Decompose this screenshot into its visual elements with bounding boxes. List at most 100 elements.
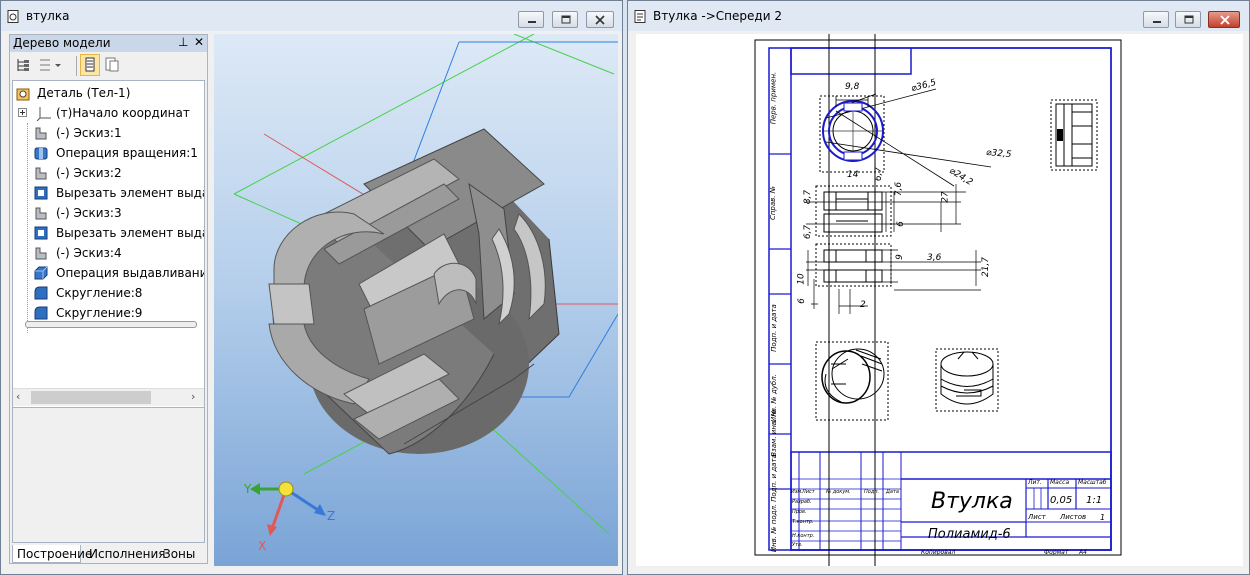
title-block-role: Т.контр. bbox=[792, 519, 814, 525]
title-block-material: Полиамид-6 bbox=[928, 527, 1011, 542]
title-block-name: Втулка bbox=[931, 489, 1013, 514]
axis-label-y: Y bbox=[244, 482, 252, 496]
title-block-role: № докум. bbox=[826, 489, 851, 495]
scrollbar-thumb[interactable] bbox=[31, 391, 151, 404]
title-block-role: Лист bbox=[802, 489, 815, 495]
close-window-button[interactable] bbox=[586, 11, 614, 28]
fillet-icon bbox=[34, 306, 48, 320]
scroll-left-icon[interactable]: ‹ bbox=[16, 390, 20, 403]
inner-scrollbar[interactable] bbox=[25, 321, 197, 328]
sketch-icon bbox=[35, 127, 47, 140]
panel-close-icon[interactable]: ✕ bbox=[194, 35, 204, 49]
minimize-icon bbox=[528, 21, 536, 23]
cut-extrude-icon bbox=[34, 186, 48, 200]
dim-label: 3,6 bbox=[927, 253, 942, 263]
tree-history-icon[interactable] bbox=[103, 56, 121, 74]
axis-label-z: Z bbox=[327, 509, 336, 523]
close-icon bbox=[1220, 15, 1230, 25]
restore-button[interactable] bbox=[552, 11, 578, 28]
side-label: Справ. № bbox=[769, 185, 778, 221]
drawing-close-button[interactable] bbox=[1208, 11, 1240, 28]
title-block-role: Н.контр. bbox=[792, 533, 815, 539]
tab-zones[interactable]: Зоны bbox=[163, 545, 195, 563]
pin-icon[interactable]: ⊥ bbox=[178, 35, 188, 49]
iso-view-right bbox=[935, 348, 999, 412]
drawing-window-titlebar[interactable]: Втулка ->Спереди 2 bbox=[628, 1, 1249, 31]
model-window: втулка Дерево модели ⊥ ✕ Деталь (Тел-1) bbox=[0, 0, 623, 575]
sketch-icon bbox=[35, 247, 47, 260]
drawing-restore-button[interactable] bbox=[1175, 11, 1201, 28]
sketch-icon bbox=[35, 167, 47, 180]
title-block-copied: Копировал bbox=[921, 549, 956, 556]
side-label: Подп. и дата bbox=[769, 454, 778, 502]
dim-label: 27 bbox=[940, 191, 951, 203]
horizontal-scrollbar[interactable]: ‹ › bbox=[13, 388, 204, 406]
dim-label: 6,7 bbox=[874, 166, 885, 182]
axes-gizmo bbox=[250, 481, 326, 536]
title-block-role: Дата bbox=[886, 489, 899, 495]
title-block-role: Разраб. bbox=[792, 499, 812, 505]
bushing-body bbox=[268, 128, 560, 455]
restore-icon bbox=[561, 15, 571, 24]
dim-label: 9,8 bbox=[845, 82, 860, 92]
drawing-document-icon bbox=[634, 10, 646, 23]
dim-label: 2 bbox=[860, 300, 866, 310]
model-window-titlebar[interactable]: втулка bbox=[1, 1, 622, 31]
side-label: Инв. № подл. bbox=[770, 503, 779, 553]
dim-label: 21,7 bbox=[981, 256, 992, 278]
title-block-scale-header: Масштаб bbox=[1078, 479, 1107, 486]
model-tree-header: Дерево модели ⊥ ✕ bbox=[10, 35, 207, 52]
expand-icon[interactable] bbox=[18, 108, 28, 118]
part-icon bbox=[16, 88, 30, 101]
model-window-title: втулка bbox=[26, 9, 70, 23]
model-tree-toolbar bbox=[10, 53, 207, 79]
axis-label-x: X bbox=[258, 539, 267, 553]
dim-label: 6 bbox=[796, 298, 807, 304]
model-tree-panel: Дерево модели ⊥ ✕ Деталь (Тел-1) (т)Нача… bbox=[9, 34, 208, 564]
tab-versions[interactable]: Исполнения bbox=[89, 545, 166, 563]
origin-icon bbox=[36, 107, 51, 121]
extrude-icon bbox=[34, 266, 48, 280]
drawing-sheet bbox=[754, 34, 1122, 566]
front-view bbox=[806, 184, 981, 314]
cut-extrude-icon bbox=[34, 226, 48, 240]
title-block-mass-header: Масса bbox=[1050, 479, 1070, 486]
dim-label: 6 bbox=[895, 221, 906, 227]
restore-icon bbox=[1184, 15, 1194, 24]
title-block-format: Формат bbox=[1044, 549, 1069, 556]
dim-label: 7,6 bbox=[894, 181, 905, 197]
fillet-icon bbox=[34, 286, 48, 300]
3d-viewport[interactable]: Y Z X bbox=[214, 34, 618, 566]
tab-build[interactable]: Построение bbox=[12, 545, 92, 563]
drawing-window-title: Втулка ->Спереди 2 bbox=[653, 9, 782, 23]
circular-view bbox=[819, 88, 992, 187]
tree-connector bbox=[27, 123, 29, 333]
dim-label: 8,7 bbox=[803, 189, 814, 205]
minimize-icon bbox=[1153, 21, 1161, 23]
title-block-role: Утв. bbox=[792, 542, 803, 548]
side-label: Подп. и дата bbox=[769, 304, 778, 352]
part-3d-render bbox=[233, 34, 618, 536]
dim-label: 14 bbox=[847, 170, 859, 180]
tree-structure-icon[interactable] bbox=[15, 57, 31, 73]
title-block-format-value: А4 bbox=[1079, 549, 1087, 556]
title-block-sheets-count: 1 bbox=[1100, 513, 1106, 522]
dim-label: 6,7 bbox=[803, 224, 814, 240]
tree-list-icon[interactable] bbox=[38, 57, 62, 73]
title-block-sheet: Лист bbox=[1028, 513, 1046, 521]
sketch-icon bbox=[35, 207, 47, 220]
tree-tabs: Построение Исполнения Зоны bbox=[10, 545, 207, 564]
model-tree-title: Дерево модели bbox=[13, 36, 111, 50]
drawing-minimize-button[interactable] bbox=[1143, 11, 1169, 28]
drawing-canvas[interactable]: 9,8 ⌀36,5 ⌀32,5 ⌀24,2 14 6,7 7,6 8,7 27 … bbox=[636, 34, 1243, 566]
iso-view-left bbox=[815, 341, 889, 421]
title-block-role: Изм. bbox=[791, 489, 803, 495]
title-block-mass: 0,05 bbox=[1050, 495, 1073, 506]
tree-view-toggle-icon[interactable] bbox=[80, 54, 100, 76]
minimize-button[interactable] bbox=[518, 11, 544, 28]
properties-area bbox=[12, 407, 205, 543]
drawing-window: Втулка ->Спереди 2 9,8 ⌀36,5 ⌀32,5 ⌀24,2… bbox=[627, 0, 1250, 575]
scroll-right-icon[interactable]: › bbox=[191, 390, 195, 403]
title-block-role: Подп. bbox=[864, 489, 880, 495]
title-block-scale: 1:1 bbox=[1086, 495, 1103, 506]
